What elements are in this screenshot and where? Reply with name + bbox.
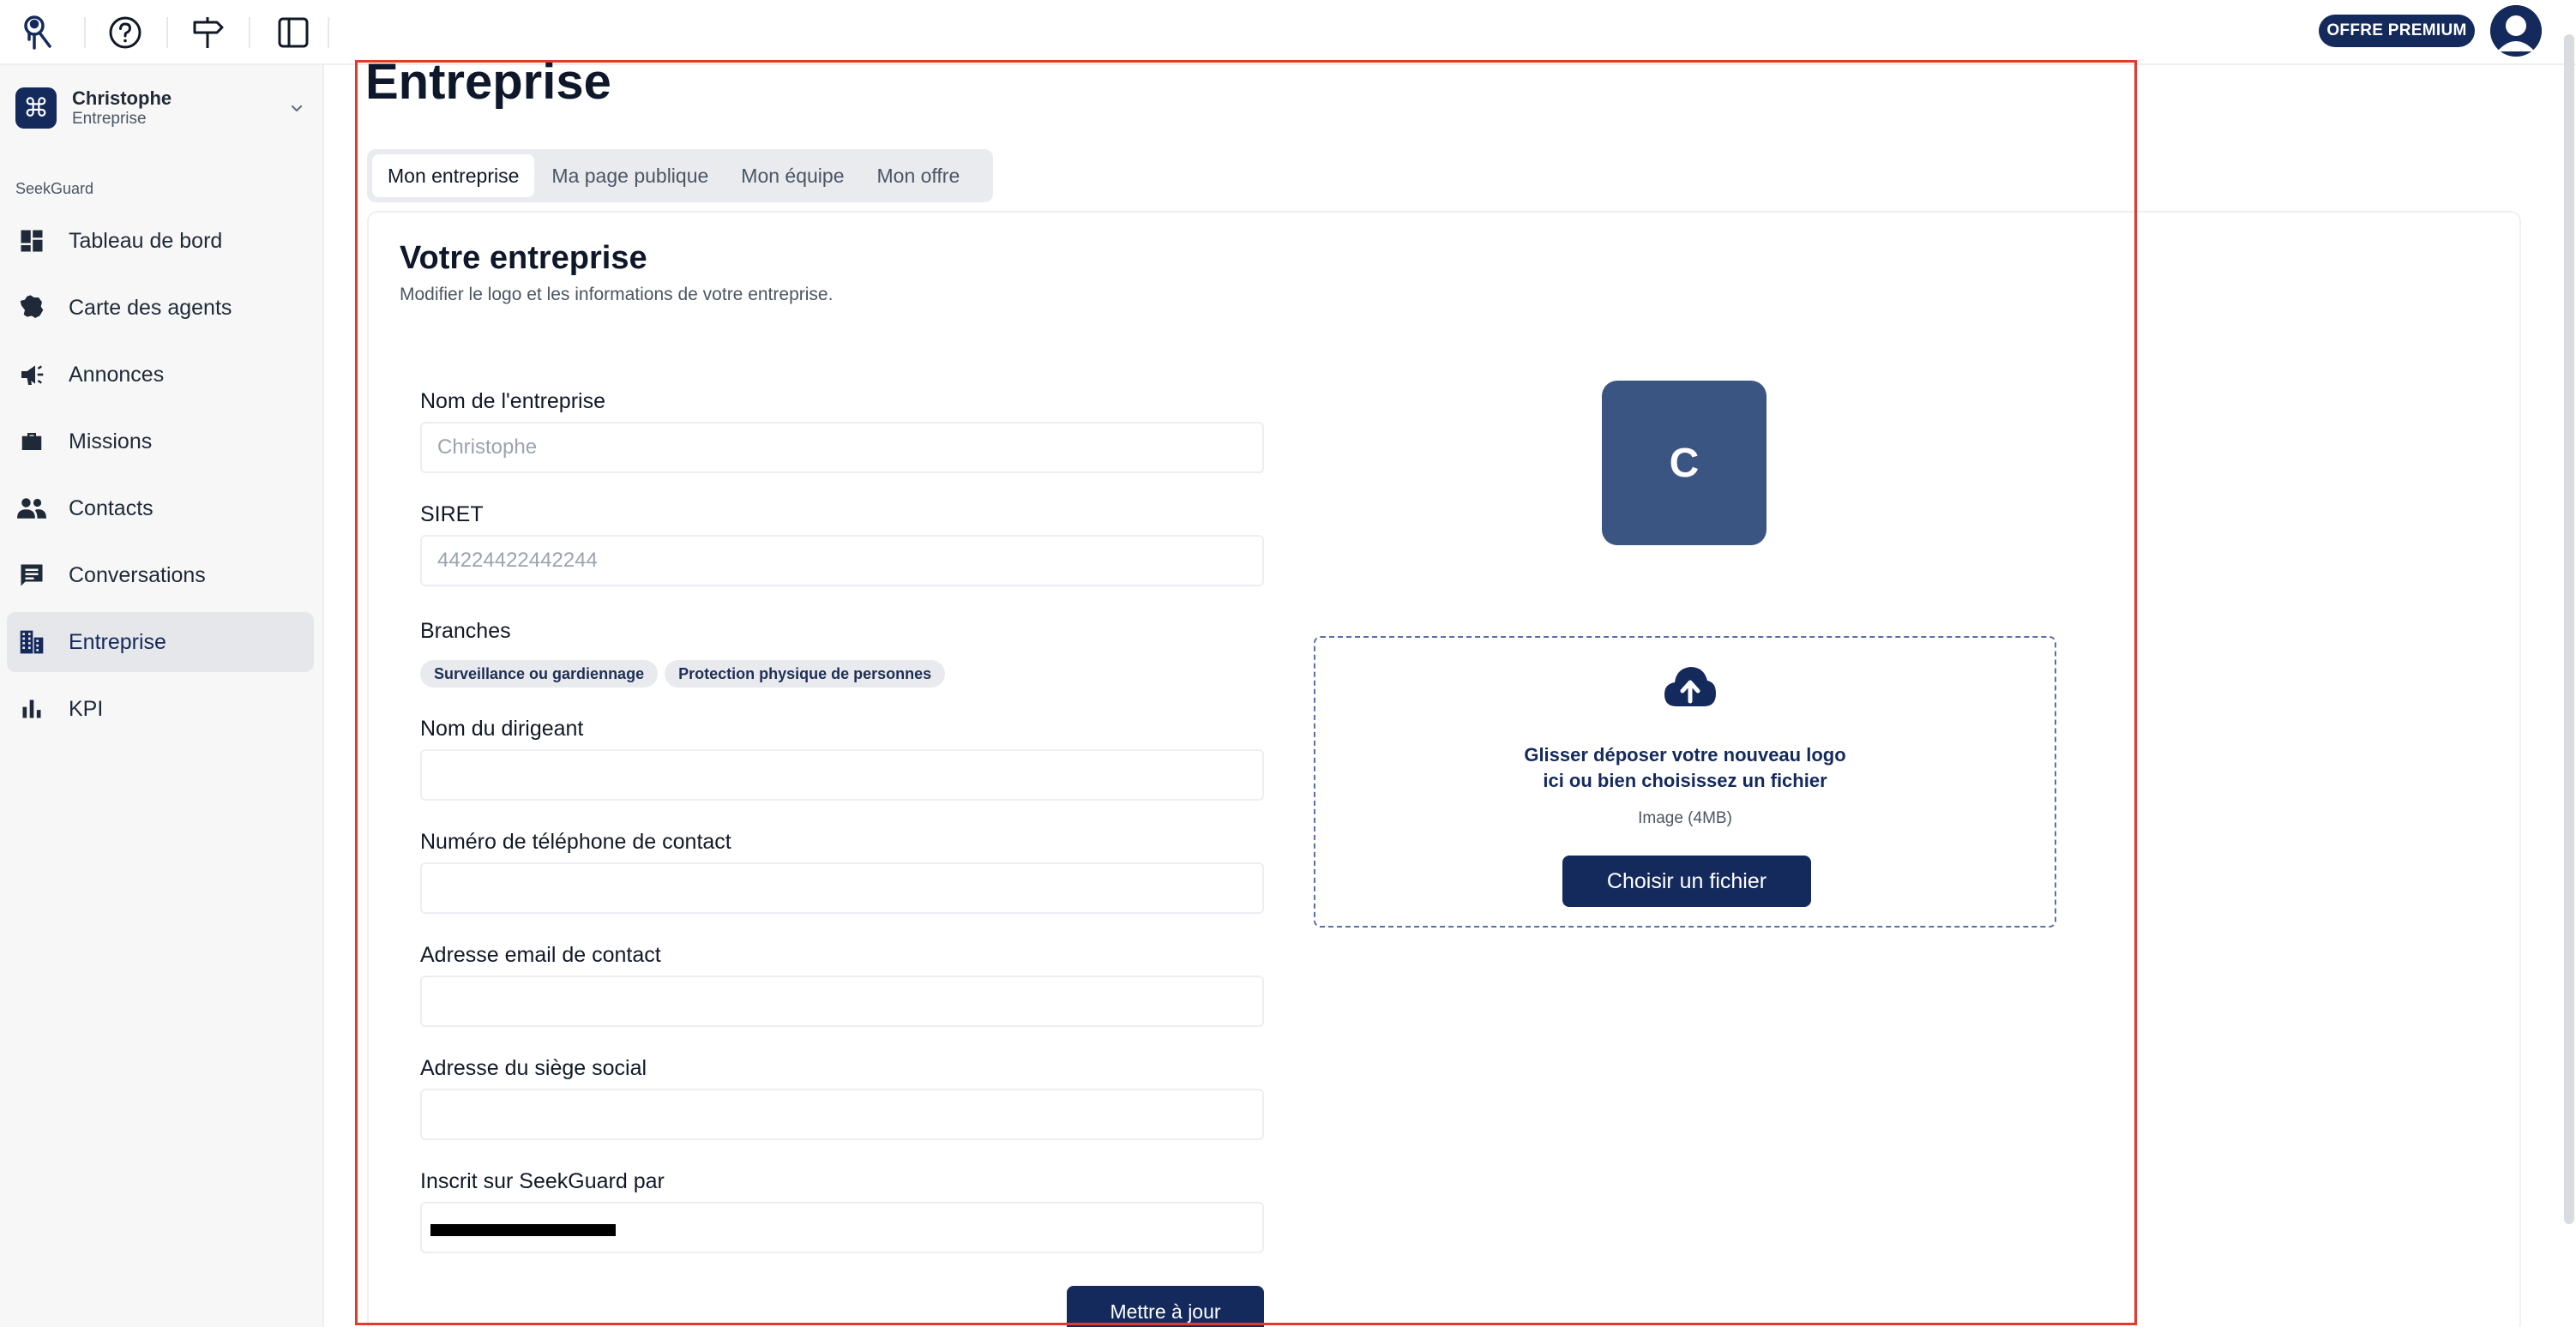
sidebar-section-label: SeekGuard [15,180,94,197]
user-avatar[interactable] [2490,5,2542,57]
tab-my-team[interactable]: Mon équipe [725,154,859,197]
sidebar-item-label: Carte des agents [69,295,232,320]
choose-file-button[interactable]: Choisir un fichier [1562,856,1811,907]
company-logo-preview: C [1602,381,1766,545]
email-field[interactable] [420,976,1264,1027]
page-scrollbar[interactable] [2564,34,2574,1224]
briefcase-icon [17,427,46,456]
separator [249,17,250,48]
sidebar-item-contacts[interactable]: Contacts [7,478,314,538]
help-icon[interactable] [105,12,146,53]
card-title: Votre entreprise [400,240,647,276]
premium-offer-button[interactable]: OFFRE PREMIUM [2319,15,2475,47]
megaphone-icon [17,360,46,389]
command-key-icon: ⌘ [15,87,57,129]
referrer-label: Inscrit sur SeekGuard par [420,1169,665,1193]
siret-label: SIRET [420,502,484,526]
dashboard-icon [17,226,46,255]
director-field[interactable] [420,749,1264,801]
chevron-down-icon [286,98,307,118]
company-name-field[interactable]: Christophe [420,422,1264,473]
organization-switcher[interactable]: ⌘ Christophe Entreprise [15,86,309,132]
organization-name: Christophe [72,87,172,109]
company-card: Votre entreprise Modifier le logo et les… [367,211,2521,1327]
director-label: Nom du dirigeant [420,717,584,741]
map-france-icon [17,293,46,322]
bar-chart-icon [17,694,46,724]
update-button[interactable]: Mettre à jour [1067,1286,1264,1327]
phone-field[interactable] [420,862,1264,914]
signpost-icon[interactable] [187,12,228,53]
sidebar-item-label: Entreprise [69,629,166,654]
sidebar-item-label: Missions [69,429,153,453]
dropzone-text-line2: ici ou bien choisissez un fichier [1543,770,1827,791]
tab-my-offer[interactable]: Mon offre [862,154,976,197]
sidebar-toggle-icon[interactable] [273,12,314,53]
sidebar-item-label: Annonces [69,362,165,387]
chat-icon [17,561,46,590]
page-title: Entreprise [365,54,611,110]
app-logo-icon[interactable] [19,12,60,53]
card-subtitle: Modifier le logo et les informations de … [400,285,834,304]
sidebar-item-kpi[interactable]: KPI [7,679,314,739]
building-icon [17,627,46,657]
branch-chip: Surveillance ou gardiennage [420,660,659,688]
sidebar-item-conversations[interactable]: Conversations [7,545,314,605]
cloud-upload-icon [1663,664,1718,710]
redaction-bar [430,1224,616,1236]
address-label: Adresse du siège social [420,1056,647,1080]
siret-field[interactable]: 44224422442244 [420,535,1264,586]
tab-my-company[interactable]: Mon entreprise [372,154,535,197]
sidebar-item-dashboard[interactable]: Tableau de bord [7,211,314,271]
branches-label: Branches [420,619,511,643]
sidebar-item-agents-map[interactable]: Carte des agents [7,278,314,338]
sidebar-nav: Tableau de bord Carte des agents Annonce… [7,211,314,746]
branches-chips: Surveillance ou gardiennage Protection p… [420,660,946,688]
dropzone-size-hint: Image (4MB) [1638,809,1732,827]
separator [84,17,86,48]
address-field[interactable] [420,1089,1264,1140]
sidebar-item-label: Contacts [69,495,153,520]
separator [328,17,329,48]
people-icon [17,494,46,523]
organization-type: Entreprise [72,110,147,128]
separator [166,17,168,48]
email-label: Adresse email de contact [420,943,661,967]
sidebar-item-label: Conversations [69,562,206,587]
sidebar-item-label: Tableau de bord [69,228,223,253]
logo-dropzone[interactable]: Glisser déposer votre nouveau logo ici o… [1314,636,2056,928]
sidebar-item-label: KPI [69,696,104,721]
sidebar-item-missions[interactable]: Missions [7,411,314,471]
dropzone-text-line1: Glisser déposer votre nouveau logo [1524,744,1846,766]
company-name-label: Nom de l'entreprise [420,389,605,413]
sidebar-item-company[interactable]: Entreprise [7,612,314,672]
sidebar: ⌘ Christophe Entreprise SeekGuard Tablea… [0,65,324,1327]
branch-chip: Protection physique de personnes [665,660,946,688]
tab-public-page[interactable]: Ma page publique [536,154,724,197]
tab-bar: Mon entreprise Ma page publique Mon équi… [367,149,993,202]
sidebar-item-announcements[interactable]: Annonces [7,345,314,405]
phone-label: Numéro de téléphone de contact [420,830,731,854]
